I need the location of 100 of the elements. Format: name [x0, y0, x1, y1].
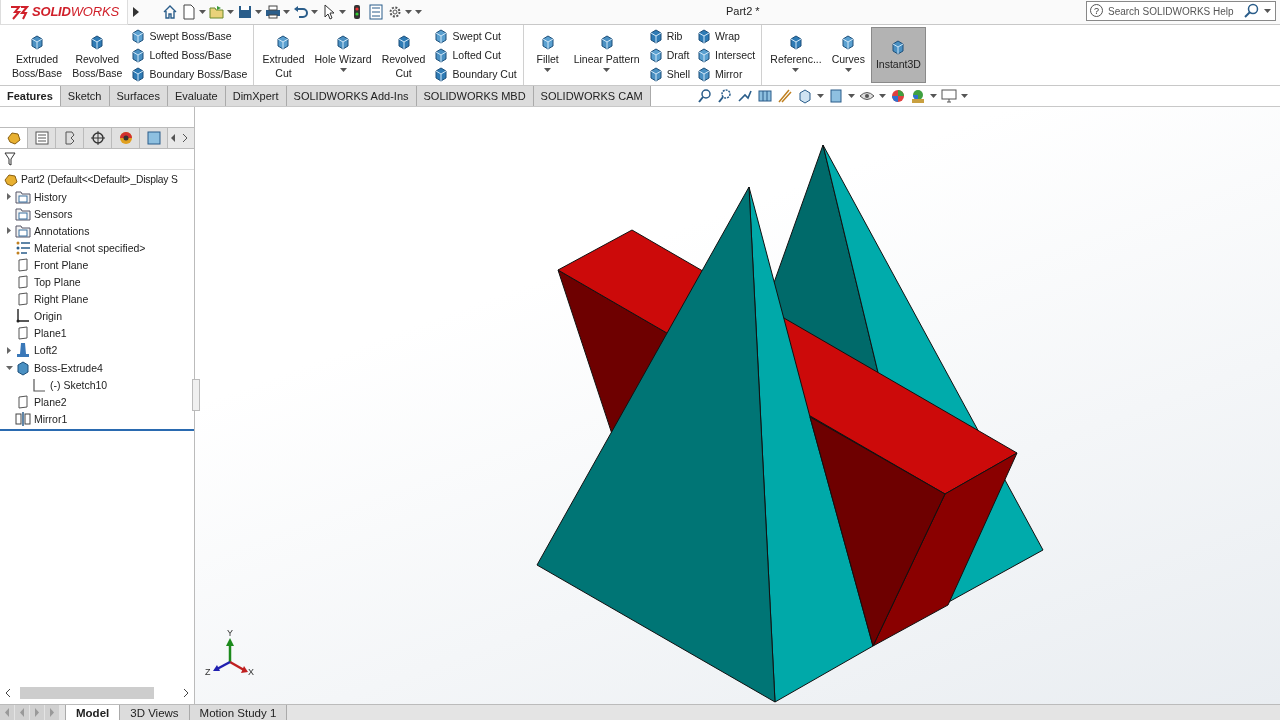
zoom-area-icon[interactable] [716, 88, 733, 104]
ribbon-button[interactable]: Extruded Cut [258, 27, 309, 83]
scroll-right-icon[interactable] [182, 688, 190, 699]
command-tab[interactable]: SOLIDWORKS Add-Ins [286, 86, 417, 106]
ribbon-button[interactable]: Linear Pattern [569, 27, 644, 83]
command-tab[interactable]: SOLIDWORKS MBD [416, 86, 534, 106]
panel-handle[interactable] [192, 379, 200, 411]
printer-icon[interactable] [264, 4, 281, 20]
ribbon-button[interactable]: Draft [645, 47, 692, 63]
command-tab[interactable]: SOLIDWORKS CAM [533, 86, 651, 106]
feature-icon [130, 28, 147, 45]
collapse-arrow-icon[interactable] [5, 364, 13, 371]
feature-icon [395, 34, 412, 50]
caret-icon[interactable] [844, 68, 852, 72]
ribbon-button[interactable]: Hole Wizard [310, 27, 376, 83]
feature-icon [433, 28, 450, 45]
expand-arrow-icon[interactable] [6, 347, 12, 354]
caret-icon[interactable] [310, 10, 318, 14]
ribbon-button[interactable]: Boundary Boss/Base [128, 65, 250, 82]
tree-item[interactable]: Sensors [34, 207, 73, 220]
tree-item[interactable]: Boss-Extrude4 [34, 361, 103, 374]
sketch-icon [31, 376, 47, 393]
mirror-icon [15, 410, 31, 427]
caret-icon[interactable] [1264, 9, 1271, 13]
command-tab[interactable]: Surfaces [109, 86, 168, 106]
appearance-icon[interactable] [889, 88, 906, 104]
bottom-tab[interactable]: Model [65, 705, 121, 720]
search-icon [1244, 3, 1260, 19]
caret-icon[interactable] [816, 94, 824, 98]
expand-arrow-icon[interactable] [6, 227, 12, 235]
caret-icon[interactable] [603, 68, 611, 72]
monitor-icon[interactable] [940, 88, 957, 104]
bottom-tab[interactable]: Motion Study 1 [189, 705, 288, 720]
caret-icon[interactable] [544, 68, 552, 72]
tree-item[interactable]: Plane2 [34, 395, 67, 408]
tree-item[interactable]: Top Plane [34, 276, 81, 289]
tree-item[interactable]: Material <not specified> [34, 241, 146, 254]
caret-icon[interactable] [792, 68, 800, 72]
section-view-icon[interactable] [756, 88, 773, 104]
tree-item[interactable]: Front Plane [34, 259, 89, 271]
document-icon[interactable] [180, 4, 197, 20]
ribbon-button[interactable]: Wrap [694, 28, 758, 45]
ribbon-button[interactable]: Revolved Boss/Base [68, 27, 127, 83]
folder-icon [15, 188, 31, 205]
tree-item[interactable]: Origin [34, 310, 62, 323]
feature-icon [130, 47, 147, 63]
caret-icon[interactable] [338, 10, 346, 14]
ribbon-button[interactable]: Lofted Boss/Base [128, 47, 250, 63]
ribbon-button[interactable]: Intersect [694, 47, 758, 63]
caret-icon[interactable] [878, 94, 886, 98]
caret-icon[interactable] [847, 94, 855, 98]
ribbon-button[interactable]: Instant3D [870, 27, 926, 83]
zoom-fit-icon[interactable] [696, 88, 713, 104]
manager-tab[interactable] [84, 128, 112, 148]
ribbon-button[interactable]: Lofted Cut [431, 47, 519, 63]
caret-icon[interactable] [226, 10, 234, 14]
home-icon[interactable] [161, 4, 178, 20]
command-tab[interactable]: Evaluate [167, 86, 226, 106]
caret-icon[interactable] [960, 94, 968, 98]
command-tab[interactable]: DimXpert [225, 86, 287, 106]
tree-item[interactable]: Plane1 [34, 327, 67, 340]
ribbon-button[interactable]: Rib [645, 28, 692, 45]
ribbon-button[interactable]: Mirror [694, 65, 758, 82]
ribbon-button[interactable]: Curves [827, 27, 869, 83]
undo-icon[interactable] [292, 4, 309, 20]
document-title: Part2 * [726, 5, 760, 17]
save-icon[interactable] [236, 4, 253, 20]
ribbon-button[interactable]: Boundary Cut [431, 65, 519, 82]
ribbon-button[interactable]: Swept Boss/Base [128, 28, 250, 45]
caret-icon[interactable] [254, 10, 262, 14]
caret-icon[interactable] [929, 94, 937, 98]
tree-item[interactable]: (-) Sketch10 [50, 378, 108, 391]
tree-item[interactable]: Part2 (Default<<Default>_Display S [21, 174, 178, 186]
tree-item[interactable]: History [34, 190, 67, 203]
expand-arrow-icon[interactable] [6, 193, 12, 201]
ribbon-button[interactable]: Revolved Cut [377, 27, 430, 83]
tree-item[interactable]: Annotations [34, 224, 90, 237]
scroll-left-icon[interactable] [4, 688, 12, 699]
ribbon-button[interactable]: Swept Cut [431, 28, 519, 45]
tree-item[interactable]: Right Plane [34, 293, 89, 306]
command-tab[interactable]: Sketch [60, 86, 110, 106]
ribbon-button[interactable]: Fillet [527, 27, 568, 83]
axis-label: X [248, 667, 254, 677]
feature-icon [433, 65, 450, 82]
expand-icon[interactable] [131, 7, 140, 17]
manager-tab[interactable] [112, 128, 140, 148]
feature-icon [433, 47, 450, 63]
filter-icon[interactable] [4, 152, 16, 166]
caret-icon[interactable] [282, 10, 290, 14]
ribbon-button[interactable]: Referenc... [766, 27, 826, 83]
caret-icon[interactable] [198, 10, 206, 14]
tree-item[interactable]: Mirror1 [34, 412, 68, 425]
bottom-tab[interactable]: 3D Views [120, 705, 190, 720]
caret-icon[interactable] [339, 68, 347, 72]
ribbon-button[interactable]: Shell [645, 65, 692, 82]
axis-label: Y [227, 628, 233, 638]
scrollbar-thumb[interactable] [20, 687, 154, 700]
tree-item[interactable]: Loft2 [34, 344, 58, 357]
crosshair-icon [89, 130, 106, 146]
ribbon-button[interactable]: Extruded Boss/Base [8, 27, 67, 83]
